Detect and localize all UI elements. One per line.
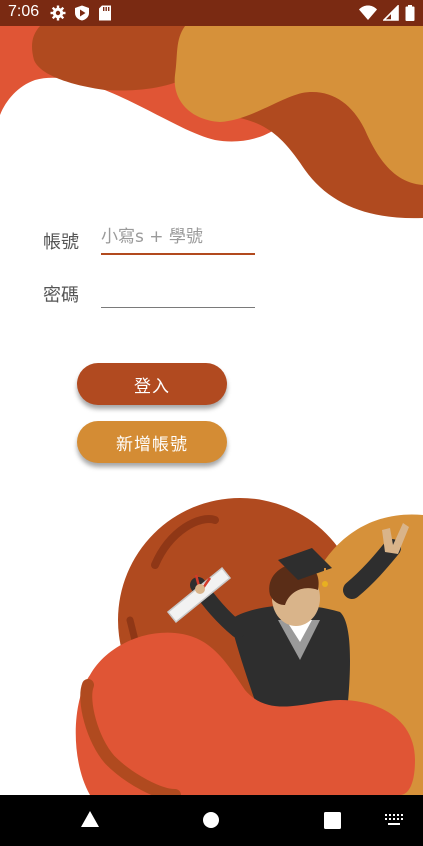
back-icon[interactable] [81,811,99,827]
navigation-bar [0,795,423,846]
graduate-illustration [0,498,423,846]
gear-icon [50,5,66,21]
home-icon[interactable] [202,811,220,829]
recents-icon[interactable] [324,812,341,829]
status-icons-right [359,5,415,21]
status-icons-left [50,5,112,21]
wifi-icon [359,5,377,20]
signal-icon [383,5,399,21]
status-bar: 7:06 [0,0,423,26]
battery-icon [405,5,415,21]
play-protect-icon [75,5,89,21]
keyboard-icon[interactable] [384,813,404,827]
sd-card-icon [99,5,111,21]
status-time: 7:06 [8,3,40,20]
